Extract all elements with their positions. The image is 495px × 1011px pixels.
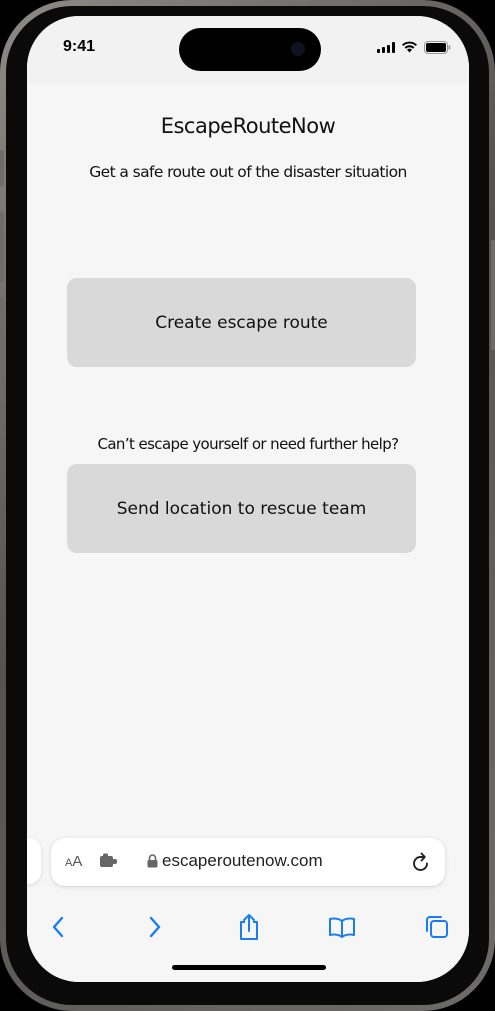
wifi-icon xyxy=(401,41,418,53)
status-time: 9:41 xyxy=(63,38,96,55)
create-escape-route-label: Create escape route xyxy=(155,312,328,333)
forward-icon[interactable] xyxy=(140,912,170,942)
tabs-icon[interactable] xyxy=(422,912,452,942)
previous-tab-preview[interactable] xyxy=(27,838,41,884)
camera-lens xyxy=(291,42,305,56)
browser-bottom-bar: AA escaperoutenow.com xyxy=(27,826,469,982)
send-location-button[interactable]: Send location to rescue team xyxy=(67,464,416,553)
send-location-label: Send location to rescue team xyxy=(116,498,367,519)
volume-down-button xyxy=(0,298,4,368)
action-button xyxy=(0,150,4,186)
signal-icon xyxy=(377,41,395,53)
dynamic-island xyxy=(179,28,321,71)
home-indicator[interactable] xyxy=(172,965,326,970)
status-icons xyxy=(377,40,451,54)
status-bar: 9:41 xyxy=(27,16,469,84)
lock-icon xyxy=(147,854,158,868)
screen: 9:41 EscapeRouteNow Get a safe route out… xyxy=(27,16,469,982)
url-text: escaperoutenow.com xyxy=(162,851,323,870)
page-subtitle: Get a safe route out of the disaster sit… xyxy=(89,163,407,181)
url-display[interactable]: escaperoutenow.com xyxy=(147,851,323,871)
reload-icon[interactable] xyxy=(411,851,431,877)
volume-up-button xyxy=(0,212,4,282)
text-size-button[interactable]: AA xyxy=(65,853,82,870)
back-icon[interactable] xyxy=(43,912,73,942)
create-escape-route-button[interactable]: Create escape route xyxy=(67,278,416,367)
share-icon[interactable] xyxy=(234,912,264,942)
power-button xyxy=(491,240,495,350)
extension-icon[interactable] xyxy=(99,853,119,873)
address-bar[interactable]: AA escaperoutenow.com xyxy=(51,838,445,886)
battery-icon xyxy=(424,40,451,54)
browser-toolbar xyxy=(27,906,469,946)
bookmarks-icon[interactable] xyxy=(327,912,357,942)
help-prompt: Can’t escape yourself or need further he… xyxy=(97,435,399,453)
page-title: EscapeRouteNow xyxy=(160,114,336,138)
